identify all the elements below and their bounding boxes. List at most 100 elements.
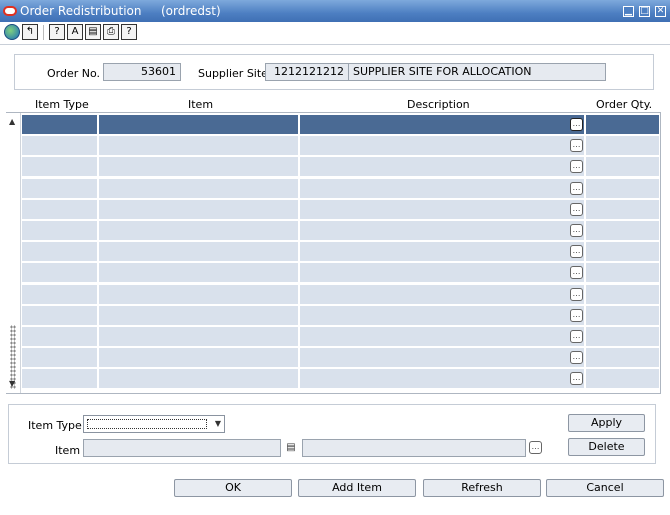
delete-button[interactable]: Delete	[568, 438, 645, 456]
cell-item-type[interactable]	[22, 369, 98, 390]
cell-item[interactable]	[99, 369, 299, 390]
table-row[interactable]: …	[22, 157, 660, 178]
maximize-button[interactable]: □	[639, 6, 650, 17]
scroll-up-icon[interactable]: ▲	[9, 117, 15, 126]
note-icon[interactable]: …	[570, 160, 583, 174]
note-icon[interactable]: …	[570, 202, 583, 216]
table-row[interactable]: …	[22, 115, 660, 135]
table-row[interactable]: …	[22, 178, 660, 199]
table-row[interactable]: …	[22, 221, 660, 241]
cell-item-type[interactable]	[22, 327, 98, 347]
note-icon[interactable]: …	[570, 372, 583, 386]
cell-description[interactable]	[300, 221, 585, 241]
note-icon[interactable]: …	[570, 330, 583, 343]
cell-description[interactable]	[300, 327, 585, 347]
table-row[interactable]: …	[22, 242, 660, 263]
cell-description[interactable]	[300, 348, 585, 369]
cell-item-type[interactable]	[22, 136, 98, 157]
note-icon[interactable]: …	[570, 266, 583, 280]
cell-item-type[interactable]	[22, 157, 98, 178]
cell-order-qty[interactable]	[586, 157, 660, 178]
cell-order-qty[interactable]	[586, 305, 660, 326]
ok-button[interactable]: OK	[174, 479, 292, 497]
cell-item[interactable]	[99, 199, 299, 220]
cell-item-type[interactable]	[22, 242, 98, 263]
cell-item[interactable]	[99, 178, 299, 199]
cell-item[interactable]	[99, 242, 299, 263]
cell-item-type[interactable]	[22, 305, 98, 326]
cell-description[interactable]	[300, 369, 585, 390]
scroll-down-icon[interactable]: ▼	[9, 379, 15, 388]
cell-order-qty[interactable]	[586, 348, 660, 369]
cell-order-qty[interactable]	[586, 178, 660, 199]
question-icon[interactable]: ?	[121, 24, 137, 40]
cell-item[interactable]	[99, 305, 299, 326]
note-icon[interactable]: …	[570, 308, 583, 322]
cell-order-qty[interactable]	[586, 369, 660, 390]
cell-description[interactable]	[300, 263, 585, 284]
refresh-button[interactable]: Refresh	[423, 479, 541, 497]
table-row[interactable]: …	[22, 369, 660, 390]
note-icon[interactable]: …	[570, 351, 583, 365]
table-row[interactable]: …	[22, 348, 660, 369]
cell-item[interactable]	[99, 348, 299, 369]
cell-order-qty[interactable]	[586, 136, 660, 157]
note-icon[interactable]: …	[570, 224, 583, 237]
table-row[interactable]: …	[22, 305, 660, 326]
item-field[interactable]	[83, 439, 281, 457]
cell-item-type[interactable]	[22, 284, 98, 305]
globe-icon[interactable]	[4, 24, 20, 40]
cell-item[interactable]	[99, 284, 299, 305]
cell-description[interactable]	[300, 305, 585, 326]
table-row[interactable]: …	[22, 136, 660, 157]
print-icon[interactable]: ⎙	[103, 24, 119, 40]
cell-description[interactable]	[300, 284, 585, 305]
cancel-button[interactable]: Cancel	[546, 479, 664, 497]
cell-item[interactable]	[99, 221, 299, 241]
help-icon[interactable]: ?	[49, 24, 65, 40]
cell-item-type[interactable]	[22, 178, 98, 199]
note-icon[interactable]: …	[570, 245, 583, 259]
cell-order-qty[interactable]	[586, 199, 660, 220]
cell-description[interactable]	[300, 178, 585, 199]
table-row[interactable]: …	[22, 199, 660, 220]
list-lookup-icon[interactable]: ▤	[283, 440, 299, 456]
minimize-button[interactable]: ▁	[623, 6, 634, 17]
cell-item-type[interactable]	[22, 348, 98, 369]
note-icon[interactable]: …	[570, 287, 583, 301]
cell-order-qty[interactable]	[586, 263, 660, 284]
form-icon[interactable]: ▤	[85, 24, 101, 40]
cell-description[interactable]	[300, 115, 585, 135]
cell-order-qty[interactable]	[586, 327, 660, 347]
cell-description[interactable]	[300, 242, 585, 263]
cell-item-type[interactable]	[22, 115, 98, 135]
table-row[interactable]: …	[22, 327, 660, 347]
cell-description[interactable]	[300, 199, 585, 220]
spell-icon[interactable]: A	[67, 24, 83, 40]
order-no-field[interactable]: 53601	[103, 63, 181, 81]
item-type-select[interactable]: ▼	[83, 415, 225, 433]
cell-order-qty[interactable]	[586, 221, 660, 241]
add-item-button[interactable]: Add Item	[298, 479, 416, 497]
cell-item[interactable]	[99, 157, 299, 178]
supplier-site-name-field[interactable]: SUPPLIER SITE FOR ALLOCATION	[348, 63, 606, 81]
table-row[interactable]: …	[22, 284, 660, 305]
cell-description[interactable]	[300, 157, 585, 178]
cell-order-qty[interactable]	[586, 115, 660, 135]
chevron-down-icon[interactable]: ▼	[215, 419, 221, 428]
cell-item-type[interactable]	[22, 263, 98, 284]
close-button[interactable]: ✕	[655, 6, 666, 17]
cell-item[interactable]	[99, 136, 299, 157]
note-icon[interactable]: …	[570, 118, 583, 131]
cell-item-type[interactable]	[22, 199, 98, 220]
supplier-site-id-field[interactable]: 1212121212	[265, 63, 349, 81]
cell-item-type[interactable]	[22, 221, 98, 241]
table-row[interactable]: …	[22, 263, 660, 284]
item-description-field[interactable]	[302, 439, 526, 457]
apply-button[interactable]: Apply	[568, 414, 645, 432]
exit-icon[interactable]: ↰	[22, 24, 38, 40]
cell-description[interactable]	[300, 136, 585, 157]
note-icon[interactable]: …	[529, 441, 542, 454]
cell-item[interactable]	[99, 263, 299, 284]
cell-order-qty[interactable]	[586, 284, 660, 305]
